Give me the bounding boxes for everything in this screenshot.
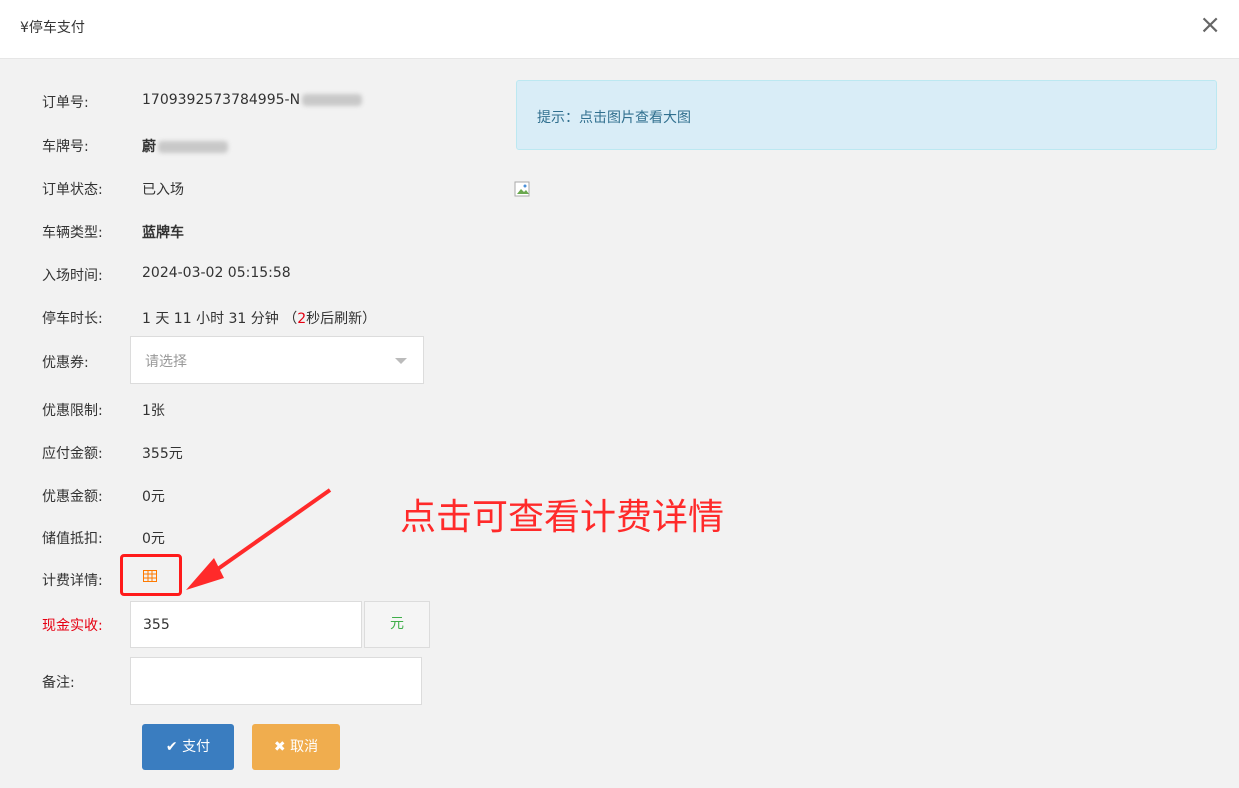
cancel-button[interactable]: ✖ 取消 [252,724,340,770]
status-value: 已入场 [142,182,184,198]
entry-time-row: 入场时间: 2024-03-02 05:15:58 [42,265,502,289]
order-no-value: 1709392573784995-N [142,92,363,108]
chevron-down-icon [395,358,407,364]
entry-time-value: 2024-03-02 05:15:58 [142,265,291,281]
plate-no-row: 车牌号: 蔚 [42,136,502,160]
coupon-placeholder: 请选择 [145,354,187,370]
discount-value: 0元 [142,489,165,505]
currency-unit: 元 [364,601,430,648]
cash-label: 现金实收: [42,618,103,634]
table-icon [143,570,157,582]
coupon-limit-value: 1张 [142,403,165,419]
order-no-row: 订单号: 1709392573784995-N [42,92,502,116]
cash-input[interactable] [130,601,362,648]
fee-detail-label: 计费详情: [42,573,103,589]
status-row: 订单状态: 已入场 [42,179,502,203]
coupon-label: 优惠券: [42,355,89,371]
coupon-limit-label: 优惠限制: [42,403,103,419]
duration-value: 1 天 11 小时 31 分钟 （2秒后刷新） [142,311,377,327]
remark-label: 备注: [42,675,75,691]
tip-alert: 提示：点击图片查看大图 [516,80,1217,150]
refresh-countdown: 2 [297,311,307,327]
dialog-header: ¥停车支付 × [0,0,1239,59]
discount-label: 优惠金额: [42,489,103,505]
redacted-mask [302,94,363,106]
status-label: 订单状态: [42,182,103,198]
payable-value: 355元 [142,446,183,462]
payable-row: 应付金额: 355元 [42,443,502,467]
order-no-label: 订单号: [42,95,89,111]
remark-input[interactable] [130,657,422,705]
coupon-select[interactable]: 请选择 [130,336,424,384]
stored-value-value: 0元 [142,531,165,547]
vehicle-type-value: 蓝牌车 [142,225,184,241]
vehicle-type-label: 车辆类型: [42,225,103,241]
redacted-mask [158,141,228,153]
vehicle-type-row: 车辆类型: 蓝牌车 [42,222,502,246]
coupon-limit-row: 优惠限制: 1张 [42,400,502,424]
close-icon[interactable]: × [1199,10,1221,40]
dialog-title: ¥停车支付 [20,20,85,36]
annotation-text: 点击可查看计费详情 [400,497,725,538]
duration-label: 停车时长: [42,311,103,327]
payable-label: 应付金额: [42,446,103,462]
fee-detail-row: 计费详情: [42,570,502,594]
stored-value-label: 储值抵扣: [42,531,103,547]
plate-no-label: 车牌号: [42,139,89,155]
tip-text: 提示：点击图片查看大图 [537,110,691,126]
pay-button[interactable]: ✔ 支付 [142,724,234,770]
fee-detail-button[interactable] [120,554,182,596]
entry-time-label: 入场时间: [42,268,103,284]
plate-no-value: 蔚 [142,136,228,156]
broken-image-icon[interactable] [514,181,532,199]
duration-row: 停车时长: 1 天 11 小时 31 分钟 （2秒后刷新） [42,308,502,332]
